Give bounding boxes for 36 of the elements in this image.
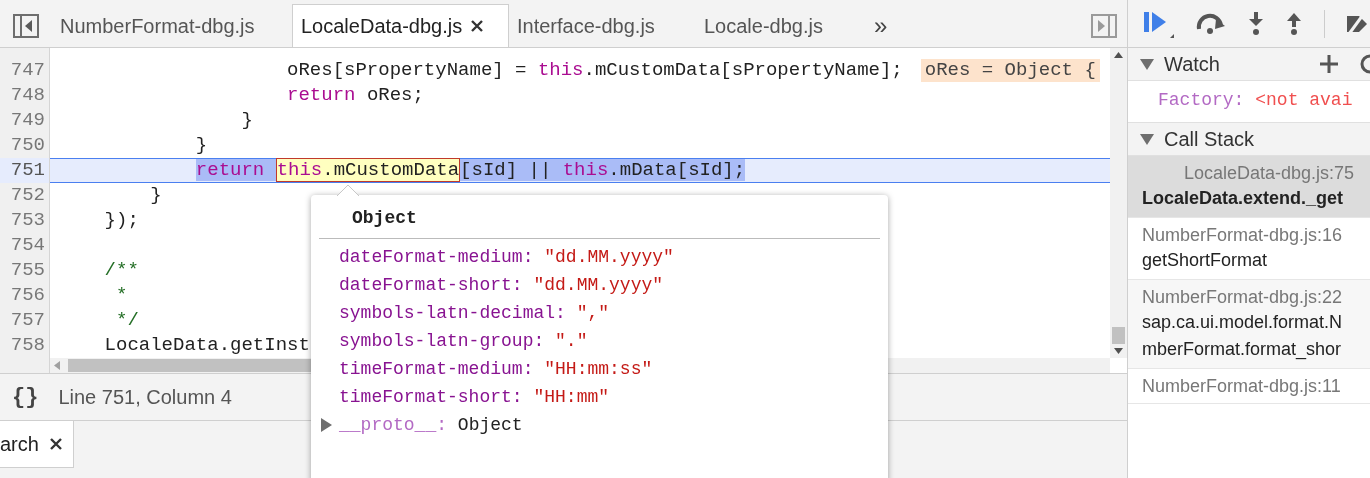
code-line: return this.mCustomData[sId] || this.mData[sId]; (194, 159, 746, 182)
section-title: Call Stack (1164, 127, 1256, 152)
property-row-text: symbols-latn-group: "." (339, 329, 588, 353)
watch-expression: Factory: <not avai (1158, 90, 1353, 110)
line-number: 750 (9, 133, 46, 158)
code-line: }); (103, 208, 139, 233)
inline-value: oRes = Object { (920, 59, 1100, 82)
property-row-text: dateFormat-short: "dd.MM.yyyy" (339, 273, 664, 297)
cursor-position: Line 751, Column 4 (58, 385, 232, 410)
line-number: 749 (9, 108, 46, 133)
line-number: 747 (9, 58, 46, 83)
code-line: /** (103, 258, 139, 283)
code-line: } (194, 133, 208, 158)
code-line: * (115, 283, 128, 308)
code-line: */ (115, 308, 139, 333)
property-row-text: __proto__: Object (339, 413, 523, 437)
code-line: oRes[sPropertyName] = this.mCustomData[sPropertyName]; (286, 58, 903, 83)
code-line: } (240, 108, 253, 133)
line-number: 748 (9, 83, 46, 108)
line-number: 755 (9, 258, 46, 283)
property-row-text: symbols-latn-decimal: "," (339, 301, 610, 325)
code-line: } (149, 183, 162, 208)
code-line: return oRes; (286, 83, 424, 108)
line-number: 751 (0, 158, 49, 183)
line-number: 757 (9, 308, 46, 333)
line-number: 752 (9, 183, 46, 208)
property-row-text: dateFormat-medium: "dd.MM.yyyy" (339, 245, 674, 269)
section-title: Watch (1164, 52, 1221, 77)
code-line: LocaleData.getInst (103, 333, 310, 358)
line-number: 753 (9, 208, 46, 233)
popover-title: Object (352, 208, 417, 228)
line-number: 758 (9, 333, 46, 358)
property-row-text: timeFormat-short: "HH:mm" (339, 385, 610, 409)
line-number: 754 (9, 233, 46, 258)
line-number: 756 (9, 283, 46, 308)
property-row-text: timeFormat-medium: "HH:mm:ss" (339, 357, 653, 381)
